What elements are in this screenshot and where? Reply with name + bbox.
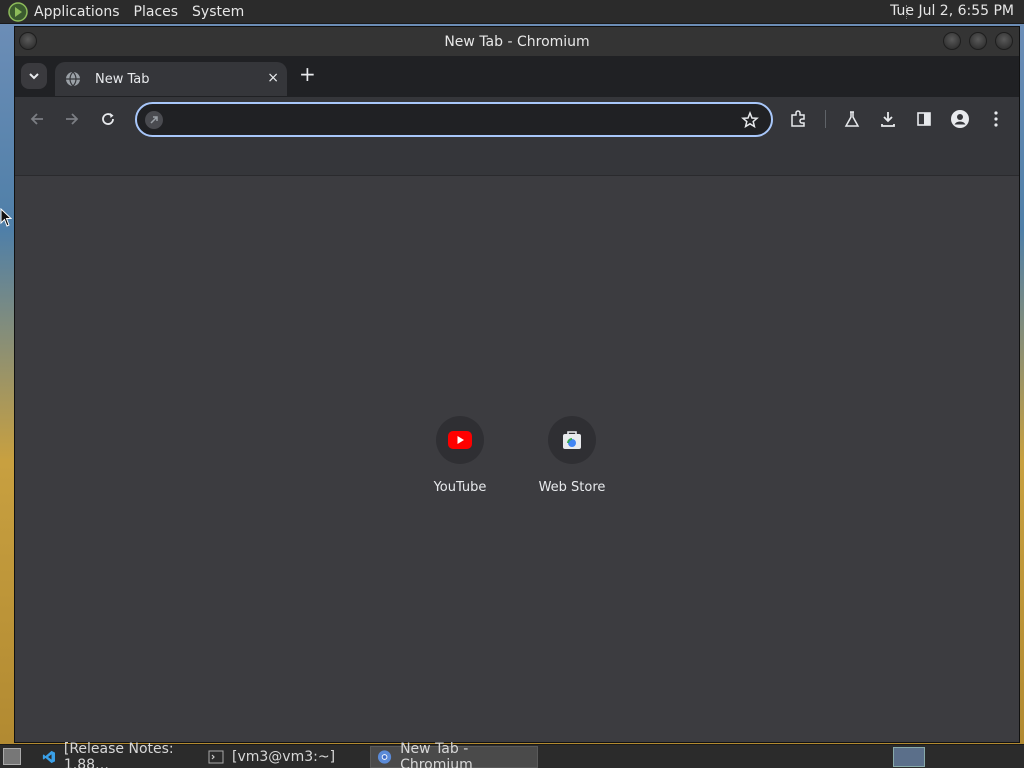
taskbar-item-release-notes[interactable]: [Release Notes: 1.88…: [36, 741, 202, 768]
back-button[interactable]: [26, 108, 48, 130]
menu-applications[interactable]: Applications: [34, 4, 120, 20]
maximize-button[interactable]: [969, 32, 987, 50]
window-menu-button[interactable]: [19, 32, 37, 50]
window-titlebar[interactable]: New Tab - Chromium: [15, 27, 1019, 56]
mouse-cursor-icon: [0, 207, 13, 232]
download-icon: [881, 112, 895, 127]
forward-button[interactable]: [61, 108, 83, 130]
shortcut-tile[interactable]: [548, 416, 596, 464]
tab-new-tab[interactable]: New Tab ×: [55, 62, 287, 96]
side-panel-button[interactable]: [913, 108, 935, 130]
tab-search-button[interactable]: [21, 63, 47, 89]
arrow-right-icon: [66, 113, 79, 125]
youtube-icon: [448, 431, 472, 449]
shortcut-youtube[interactable]: YouTube: [405, 416, 515, 495]
avatar-icon: [951, 110, 969, 128]
omnibox[interactable]: [135, 102, 773, 137]
vscode-icon: [42, 750, 55, 764]
workspace-switcher[interactable]: [893, 747, 925, 767]
bookmark-star-icon[interactable]: [741, 110, 759, 133]
profile-button[interactable]: [949, 108, 971, 130]
browser-window: New Tab - Chromium New Tab × + YouTube W…: [14, 26, 1020, 743]
taskbar-item-label: [Release Notes: 1.88…: [63, 741, 174, 768]
side-panel-icon: [917, 112, 931, 126]
menu-places[interactable]: Places: [134, 4, 179, 20]
arrow-left-icon: [30, 113, 43, 125]
downloads-button[interactable]: [877, 108, 899, 130]
show-desktop-button[interactable]: [3, 748, 21, 765]
clock[interactable]: Tue Jul 2, 6:55 PM: [890, 3, 1014, 19]
shortcut-label: Web Store: [538, 480, 606, 495]
close-window-button[interactable]: [995, 32, 1013, 50]
site-info-icon[interactable]: [145, 111, 163, 129]
shortcut-label: YouTube: [433, 480, 487, 495]
taskbar-item-label: New Tab - Chromium: [400, 741, 473, 768]
taskbar-item-terminal[interactable]: [vm3@vm3:~]: [202, 746, 368, 768]
puzzle-icon: [791, 110, 805, 127]
address-input[interactable]: [171, 110, 731, 130]
bookmark-bar: [15, 141, 1019, 176]
shortcut-tile[interactable]: [436, 416, 484, 464]
terminal-icon: [208, 750, 224, 764]
taskbar-item-label: [vm3@vm3:~]: [232, 749, 336, 765]
new-tab-page: YouTube Web Store: [15, 176, 1019, 742]
chevron-down-icon: [29, 73, 39, 80]
top-panel: Applications Places System Tue Jul 2, 6:…: [0, 0, 1024, 24]
flask-icon: [844, 111, 860, 127]
menu-button[interactable]: [985, 108, 1007, 130]
tab-strip: New Tab × +: [15, 56, 1019, 96]
chromium-icon: [377, 750, 392, 764]
bottom-panel: [Release Notes: 1.88… [vm3@vm3:~] New Ta…: [0, 741, 1024, 768]
tab-close-button[interactable]: ×: [267, 70, 279, 86]
reload-icon: [102, 113, 114, 125]
more-vertical-icon: [994, 111, 998, 127]
reload-button[interactable]: [97, 108, 119, 130]
menu-system[interactable]: System: [192, 4, 244, 20]
labs-button[interactable]: [841, 108, 863, 130]
new-tab-button[interactable]: +: [299, 64, 316, 84]
distro-logo-icon[interactable]: [7, 1, 29, 23]
shortcut-web-store[interactable]: Web Store: [517, 416, 627, 495]
extensions-button[interactable]: [787, 108, 809, 130]
tab-title: New Tab: [95, 71, 150, 87]
globe-icon: [66, 71, 80, 87]
minimize-button[interactable]: [943, 32, 961, 50]
toolbar-separator: [825, 110, 826, 128]
web-store-icon: [563, 431, 581, 449]
taskbar-item-chromium[interactable]: New Tab - Chromium: [370, 741, 538, 768]
browser-toolbar: [15, 97, 1019, 141]
window-title: New Tab - Chromium: [444, 33, 590, 50]
